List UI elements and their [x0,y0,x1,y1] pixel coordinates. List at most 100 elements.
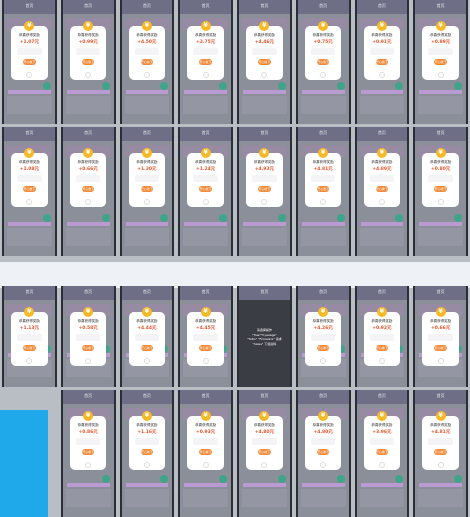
accept-reward-button[interactable]: 开心收下 [199,449,212,455]
accept-reward-button[interactable]: 开心收下 [140,449,154,455]
close-icon[interactable] [85,199,92,205]
close-icon[interactable] [26,199,33,205]
phone-screenshot-tile[interactable]: 首页 ¥ 恭喜获得奖励 +1.16元 开心收下 [119,390,175,517]
phone-screenshot-tile[interactable]: 首页 ¥ 恭喜获得奖励 +1.24元 开心收下 [178,127,233,256]
close-icon[interactable] [437,199,444,205]
phone-screenshot-tile[interactable]: 首页 ¥ 恭喜获得奖励 +0.86元 开心收下 [60,390,116,517]
close-icon[interactable] [320,462,327,468]
phone-screenshot-tile[interactable]: 首页 ¥ 恭喜获得奖励 +3.96元 开心收下 [354,390,410,517]
phone-screenshot-tile[interactable]: 首页 ¥ 恭喜获得奖励 +0.93元 开心收下 [178,390,233,517]
floating-action-icon[interactable] [219,82,227,90]
floating-action-icon[interactable] [101,475,110,483]
close-icon[interactable] [437,72,444,78]
close-icon[interactable] [261,462,268,468]
accept-reward-button[interactable]: 开心收下 [375,345,389,351]
accept-reward-button[interactable]: 开心收下 [140,59,154,65]
phone-screenshot-tile[interactable]: 首页 ¥ 恭喜获得奖励 +4.80元 开心收下 [237,390,292,517]
close-icon[interactable] [261,72,268,78]
floating-action-icon[interactable] [42,82,51,90]
phone-screenshot-tile[interactable]: 首页 请选择操作 "Trae""hyeeage" "ToDo" "Firmware" … [237,286,292,387]
close-icon[interactable] [202,72,209,78]
accept-reward-button[interactable]: 开心收下 [140,186,154,192]
close-icon[interactable] [143,358,150,364]
phone-screenshot-tile[interactable]: 首页 ¥ 恭喜获得奖励 +0.58元 开心收下 [60,286,116,387]
accept-reward-button[interactable]: 开心收下 [316,186,330,192]
phone-screenshot-tile[interactable]: 首页 ¥ 恭喜获得奖励 +4.81元 开心收下 [295,127,351,256]
accept-reward-button[interactable]: 开心收下 [434,59,447,65]
accept-reward-button[interactable]: 开心收下 [316,59,330,65]
accept-reward-button[interactable]: 开心收下 [316,449,330,455]
close-icon[interactable] [378,358,385,364]
phone-screenshot-tile[interactable]: 首页 ¥ 恭喜获得奖励 +1.08元 开心收下 [2,127,57,256]
accept-reward-button[interactable]: 开心收下 [140,345,154,351]
phone-screenshot-tile[interactable]: 首页 ¥ 恭喜获得奖励 +0.80元 开心收下 [413,127,468,256]
close-icon[interactable] [85,358,92,364]
phone-screenshot-tile[interactable]: 首页 ¥ 恭喜获得奖励 +0.91元 开心收下 [354,0,410,124]
close-icon[interactable] [437,462,444,468]
phone-screenshot-tile[interactable]: 首页 ¥ 恭喜获得奖励 +0.89元 开心收下 [413,0,468,124]
accept-reward-button[interactable]: 开心收下 [23,345,36,351]
phone-screenshot-tile[interactable]: 首页 ¥ 恭喜获得奖励 +4.44元 开心收下 [119,286,175,387]
accept-reward-button[interactable]: 开心收下 [434,345,447,351]
accept-reward-button[interactable]: 开心收下 [81,59,95,65]
accept-reward-button[interactable]: 开心收下 [81,186,95,192]
close-icon[interactable] [378,199,385,205]
floating-action-icon[interactable] [277,475,286,483]
floating-action-icon[interactable] [277,214,286,222]
accept-reward-button[interactable]: 开心收下 [258,449,271,455]
close-icon[interactable] [85,72,92,78]
floating-action-icon[interactable] [101,214,110,222]
close-icon[interactable] [26,358,33,364]
phone-screenshot-tile[interactable]: 首页 ¥ 恭喜获得奖励 +4.93元 开心收下 [237,127,292,256]
phone-screenshot-tile[interactable]: 首页 ¥ 恭喜获得奖励 +4.26元 开心收下 [295,286,351,387]
floating-action-icon[interactable] [160,82,169,90]
phone-screenshot-tile[interactable]: 首页 ¥ 恭喜获得奖励 +0.66元 开心收下 [413,286,468,387]
accept-reward-button[interactable]: 开心收下 [81,345,95,351]
floating-action-icon[interactable] [454,214,462,222]
close-icon[interactable] [320,199,327,205]
floating-action-icon[interactable] [454,475,462,483]
phone-screenshot-tile[interactable]: 首页 ¥ 恭喜获得奖励 +4.45元 开心收下 [178,286,233,387]
accept-reward-button[interactable]: 开心收下 [258,186,271,192]
close-icon[interactable] [378,462,385,468]
accept-reward-button[interactable]: 开心收下 [375,186,389,192]
close-icon[interactable] [26,72,33,78]
accept-reward-button[interactable]: 开心收下 [23,186,36,192]
floating-action-icon[interactable] [42,214,51,222]
phone-screenshot-tile[interactable]: 首页 ¥ 恭喜获得奖励 +4.50元 开心收下 [119,0,175,124]
accept-reward-button[interactable]: 开心收下 [23,59,36,65]
floating-action-icon[interactable] [454,82,462,90]
floating-action-icon[interactable] [101,82,110,90]
phone-screenshot-tile[interactable]: 首页 ¥ 恭喜获得奖励 +1.30元 开心收下 [119,127,175,256]
close-icon[interactable] [320,72,327,78]
floating-action-icon[interactable] [219,475,227,483]
close-icon[interactable] [143,199,150,205]
accept-reward-button[interactable]: 开心收下 [316,345,330,351]
close-icon[interactable] [320,358,327,364]
phone-screenshot-tile[interactable]: 首页 ¥ 恭喜获得奖励 +1.13元 开心收下 [2,286,57,387]
floating-action-icon[interactable] [160,475,169,483]
close-icon[interactable] [437,358,444,364]
floating-action-icon[interactable] [277,82,286,90]
phone-screenshot-tile[interactable]: 首页 ¥ 恭喜获得奖励 +4.80元 开心收下 [295,390,351,517]
floating-action-icon[interactable] [395,82,404,90]
phone-screenshot-tile[interactable]: 首页 ¥ 恭喜获得奖励 +4.46元 开心收下 [237,0,292,124]
accept-reward-button[interactable]: 开心收下 [434,449,447,455]
accept-reward-button[interactable]: 开心收下 [375,59,389,65]
close-icon[interactable] [143,72,150,78]
accept-reward-button[interactable]: 开心收下 [258,59,271,65]
floating-action-icon[interactable] [336,82,345,90]
phone-screenshot-tile[interactable]: 首页 ¥ 恭喜获得奖励 +0.66元 开心收下 [60,127,116,256]
close-icon[interactable] [143,462,150,468]
close-icon[interactable] [202,462,209,468]
accept-reward-button[interactable]: 开心收下 [199,59,212,65]
close-icon[interactable] [202,199,209,205]
close-icon[interactable] [378,72,385,78]
floating-action-icon[interactable] [219,214,227,222]
close-icon[interactable] [85,462,92,468]
floating-action-icon[interactable] [395,475,404,483]
phone-screenshot-tile[interactable]: 首页 ¥ 恭喜获得奖励 +3.75元 开心收下 [178,0,233,124]
accept-reward-button[interactable]: 开心收下 [199,345,212,351]
accept-reward-button[interactable]: 开心收下 [199,186,212,192]
accept-reward-button[interactable]: 开心收下 [375,449,389,455]
